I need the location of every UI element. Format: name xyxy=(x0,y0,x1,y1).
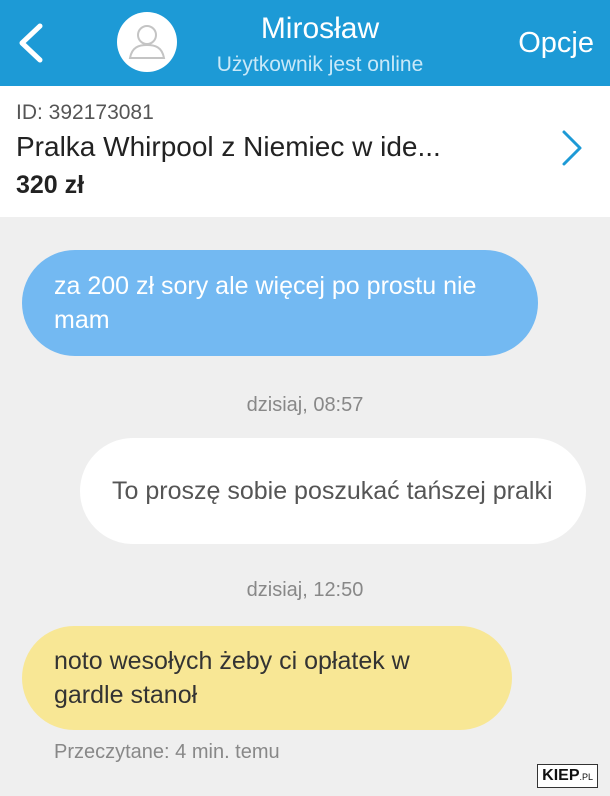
message-bubble-outgoing: To proszę sobie poszukać tańszej pralki xyxy=(80,438,586,544)
message-text: za 200 zł sory ale więcej po prostu nie … xyxy=(54,272,477,334)
back-button[interactable] xyxy=(14,22,48,64)
listing-title: Pralka Whirpool z Niemiec w ide... xyxy=(16,131,441,162)
message-timestamp: dzisiaj, 08:57 xyxy=(246,394,364,416)
listing-id: ID: 392173081 xyxy=(16,101,154,124)
chat-header: Mirosław Użytkownik jest online Opcje xyxy=(0,0,610,86)
read-receipt: Przeczytane: 4 min. temu xyxy=(54,741,280,763)
listing-price: 320 zł xyxy=(16,171,85,199)
chevron-right-icon xyxy=(562,130,582,166)
message-bubble-incoming: noto wesołych żeby ci opłatek w gardle s… xyxy=(22,626,512,730)
message-text: noto wesołych żeby ci opłatek w gardle s… xyxy=(54,647,410,709)
chevron-left-icon xyxy=(19,23,43,63)
message-timestamp: dzisiaj, 12:50 xyxy=(246,579,364,601)
options-button[interactable]: Opcje xyxy=(518,26,594,60)
contact-name: Mirosław xyxy=(260,12,380,45)
message-text: To proszę sobie poszukać tańszej pralki xyxy=(112,477,553,505)
watermark-logo: KIEP.PL xyxy=(537,764,598,788)
online-status: Użytkownik jest online xyxy=(216,53,424,76)
listing-card[interactable]: ID: 392173081 Pralka Whirpool z Niemiec … xyxy=(0,86,610,217)
avatar[interactable] xyxy=(117,12,177,72)
user-icon xyxy=(128,25,166,59)
message-bubble-incoming: za 200 zł sory ale więcej po prostu nie … xyxy=(22,250,538,356)
